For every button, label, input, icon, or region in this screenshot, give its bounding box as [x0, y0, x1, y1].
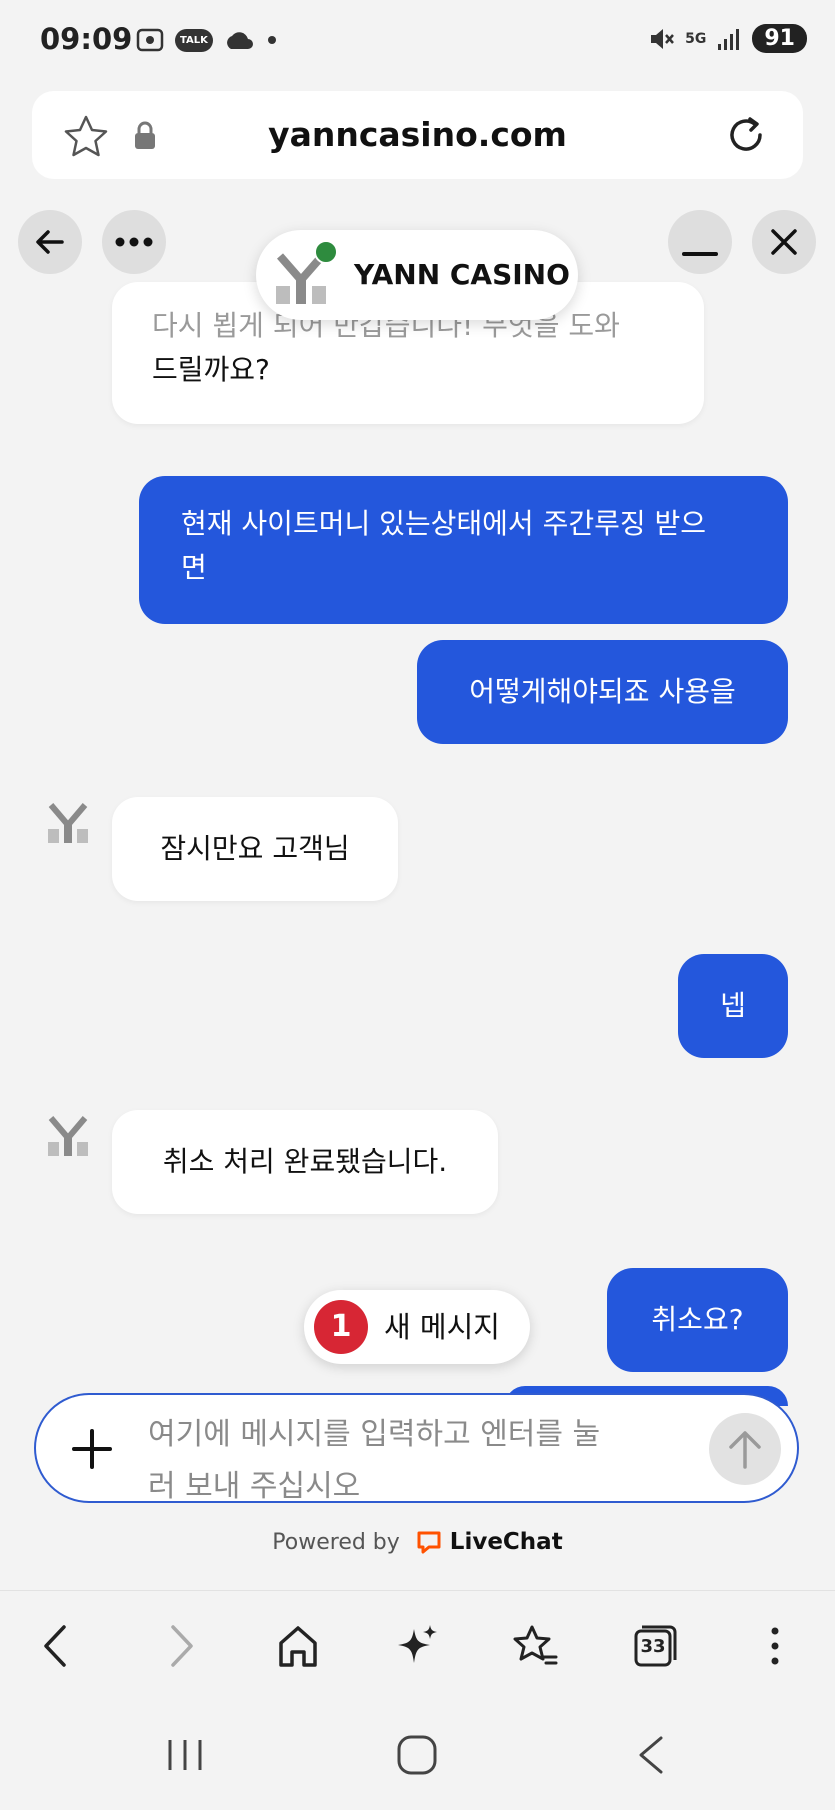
agent-avatar-icon	[48, 803, 88, 843]
more-horizontal-icon	[115, 237, 153, 247]
screenshot-icon	[136, 28, 164, 52]
recent-apps-icon[interactable]	[160, 1730, 210, 1780]
back-button[interactable]	[18, 210, 82, 274]
browser-toolbar: 33	[0, 1590, 835, 1701]
message-outgoing: 어떻게해야되죠 사용을	[417, 640, 788, 744]
tabs-count: 33	[640, 1636, 666, 1657]
online-status-dot	[314, 240, 338, 264]
mute-icon	[651, 28, 675, 49]
home-icon[interactable]	[273, 1621, 323, 1671]
network-label: 5G	[685, 30, 707, 47]
attach-plus-icon[interactable]	[62, 1419, 122, 1479]
message-text-line: 현재 사이트머니 있는상태에서 주간루징 받으	[181, 507, 707, 540]
livechat-logo-icon	[417, 1531, 441, 1554]
system-navigation-bar	[0, 1700, 835, 1810]
talk-icon: TALK	[175, 28, 213, 52]
new-message-button[interactable]: 1 새 메시지	[304, 1290, 530, 1364]
placeholder-line: 러 보내 주십시오	[148, 1469, 361, 1503]
back-system-icon[interactable]	[627, 1730, 677, 1780]
ai-sparkle-icon[interactable]	[392, 1621, 442, 1671]
signal-icon	[718, 28, 740, 50]
close-button[interactable]	[752, 210, 816, 274]
powered-by-text: Powered by	[272, 1530, 400, 1555]
brand-name: YANN CASINO	[354, 258, 570, 291]
status-time: 09:09	[40, 22, 133, 56]
dot-icon	[267, 36, 276, 44]
message-outgoing: 현재 사이트머니 있는상태에서 주간루징 받으 면	[139, 476, 788, 624]
more-options-button[interactable]	[102, 210, 166, 274]
close-icon	[771, 229, 797, 255]
new-message-label: 새 메시지	[384, 1310, 500, 1344]
brand-header: YANN CASINO	[256, 230, 578, 320]
message-text-line: 면	[181, 551, 207, 584]
livechat-brand: LiveChat	[449, 1529, 563, 1555]
home-system-icon[interactable]	[392, 1730, 442, 1780]
arrow-up-icon	[729, 1431, 761, 1469]
send-button[interactable]	[709, 1413, 781, 1485]
back-nav-icon[interactable]	[32, 1621, 82, 1671]
status-system-icons: 5G 91	[647, 24, 807, 53]
url-bar[interactable]: yanncasino.com	[32, 91, 803, 179]
minimize-button[interactable]	[668, 210, 732, 274]
agent-avatar-icon	[48, 1116, 88, 1156]
message-text-line: 드릴까요?	[152, 353, 270, 386]
new-message-count-badge: 1	[314, 1300, 368, 1354]
lock-icon	[135, 121, 155, 149]
minimize-icon	[682, 252, 718, 256]
reload-icon[interactable]	[722, 111, 770, 159]
message-input-placeholder[interactable]: 여기에 메시지를 입력하고 엔터를 눌 러 보내 주십시오	[148, 1409, 618, 1503]
powered-by-footer[interactable]: Powered by LiveChat	[0, 1528, 835, 1556]
message-composer[interactable]: 여기에 메시지를 입력하고 엔터를 눌 러 보내 주십시오	[34, 1393, 799, 1503]
message-outgoing: 취소요?	[607, 1268, 788, 1372]
forward-nav-icon[interactable]	[155, 1621, 205, 1671]
bookmark-star-icon[interactable]	[62, 113, 110, 159]
battery-indicator: 91	[752, 24, 807, 53]
placeholder-line: 여기에 메시지를 입력하고 엔터를 눌	[148, 1417, 601, 1452]
message-incoming: 잠시만요 고객님	[112, 797, 398, 901]
menu-vertical-icon[interactable]	[750, 1621, 800, 1671]
bookmarks-star-icon[interactable]	[510, 1621, 560, 1671]
arrow-left-icon	[36, 230, 64, 254]
message-outgoing: 넵	[678, 954, 788, 1058]
cloud-icon	[226, 32, 253, 49]
tabs-button[interactable]: 33	[630, 1621, 680, 1671]
status-notification-icons: TALK	[135, 26, 279, 54]
message-incoming: 취소 처리 완료됐습니다.	[112, 1110, 498, 1214]
